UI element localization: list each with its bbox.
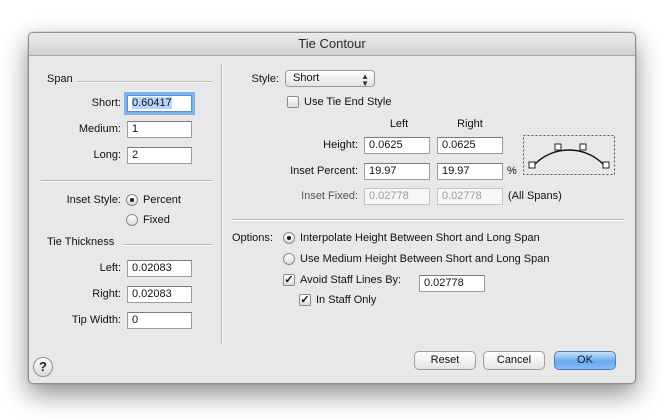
- tip-width-field[interactable]: 0: [127, 312, 192, 329]
- right-height-handle[interactable]: [579, 143, 587, 151]
- inset-fixed-right-field: 0.02778: [437, 188, 503, 205]
- inset-percent-left-field[interactable]: 19.97: [364, 163, 430, 180]
- short-span-field[interactable]: 0.60417: [124, 92, 195, 115]
- long-label: Long:: [93, 149, 121, 161]
- reset-button[interactable]: Reset: [414, 351, 476, 370]
- left-height-handle[interactable]: [554, 143, 562, 151]
- percent-radio[interactable]: [126, 194, 138, 206]
- left-divider-1: [41, 180, 212, 182]
- popup-arrows-icon: ▲ ▼: [361, 72, 369, 88]
- long-span-field[interactable]: 2: [127, 147, 192, 164]
- preview-bounds: [523, 135, 615, 175]
- options-label: Options:: [232, 232, 273, 244]
- height-right-field[interactable]: 0.0625: [437, 137, 503, 154]
- cancel-button[interactable]: Cancel: [483, 351, 545, 370]
- panel-divider: [221, 65, 223, 343]
- inset-percent-label: Inset Percent:: [290, 165, 358, 177]
- avoid-staff-lines-checkbox[interactable]: ✓: [283, 274, 295, 286]
- right-column-header: Right: [457, 118, 483, 130]
- fixed-radio-label[interactable]: Fixed: [143, 214, 170, 226]
- thickness-left-label: Left:: [99, 262, 121, 274]
- medium-span-field[interactable]: 1: [127, 121, 192, 138]
- style-popup[interactable]: Short ▲ ▼: [285, 70, 375, 88]
- all-spans-label: (All Spans): [508, 190, 562, 202]
- percent-radio-label[interactable]: Percent: [143, 194, 181, 206]
- span-header-rule: [77, 81, 212, 83]
- span-header: Span: [47, 73, 73, 85]
- short-span-value: 0.60417: [132, 97, 172, 109]
- ok-button[interactable]: OK: [554, 351, 616, 370]
- right-endpoint-handle[interactable]: [602, 161, 610, 169]
- interpolate-height-label[interactable]: Interpolate Height Between Short and Lon…: [300, 232, 540, 244]
- height-left-field[interactable]: 0.0625: [364, 137, 430, 154]
- tie-contour-preview[interactable]: [523, 135, 615, 175]
- inset-percent-right-field[interactable]: 19.97: [437, 163, 503, 180]
- use-medium-height-radio[interactable]: [283, 253, 295, 265]
- fixed-radio[interactable]: [126, 214, 138, 226]
- percent-unit: %: [507, 165, 517, 177]
- avoid-staff-lines-label[interactable]: Avoid Staff Lines By:: [300, 274, 401, 286]
- tie-contour-dialog: Tie Contour Span Short: 0.60417 Medium: …: [28, 32, 636, 384]
- style-popup-value: Short: [293, 72, 320, 84]
- thickness-right-label: Right:: [92, 288, 121, 300]
- thickness-left-field[interactable]: 0.02083: [127, 260, 192, 277]
- tie-thickness-header: Tie Thickness: [47, 236, 115, 248]
- options-divider: [231, 219, 624, 221]
- in-staff-only-checkbox[interactable]: ✓: [299, 294, 311, 306]
- use-medium-height-label[interactable]: Use Medium Height Between Short and Long…: [300, 253, 550, 265]
- inset-style-label: Inset Style:: [66, 194, 121, 206]
- tip-width-label: Tip Width:: [71, 314, 121, 326]
- avoid-staff-lines-field[interactable]: 0.02778: [419, 275, 485, 292]
- tie-curve: [533, 149, 605, 166]
- left-endpoint-handle[interactable]: [528, 161, 536, 169]
- left-column-header: Left: [389, 118, 409, 130]
- use-tie-end-style-checkbox[interactable]: [287, 96, 299, 108]
- interpolate-height-radio[interactable]: [283, 232, 295, 244]
- inset-fixed-left-field: 0.02778: [364, 188, 430, 205]
- use-tie-end-style-label[interactable]: Use Tie End Style: [304, 96, 391, 108]
- thickness-right-field[interactable]: 0.02083: [127, 286, 192, 303]
- in-staff-only-label[interactable]: In Staff Only: [316, 294, 376, 306]
- style-label: Style:: [251, 73, 279, 85]
- dialog-title: Tie Contour: [29, 33, 635, 56]
- help-button[interactable]: ?: [33, 357, 53, 377]
- inset-fixed-label: Inset Fixed:: [301, 190, 358, 202]
- medium-label: Medium:: [78, 123, 121, 135]
- short-label: Short:: [91, 97, 121, 109]
- tie-thickness-header-rule: [123, 244, 212, 246]
- height-label: Height:: [323, 139, 358, 151]
